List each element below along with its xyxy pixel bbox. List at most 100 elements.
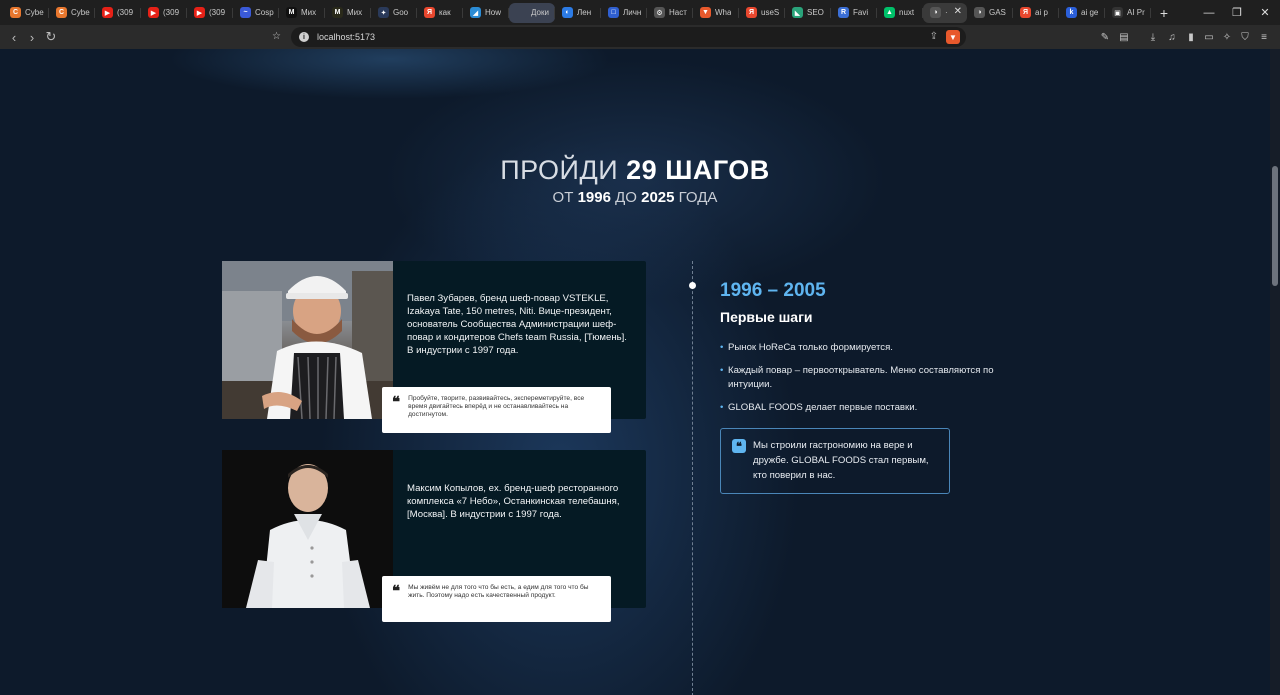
menu-icon[interactable]: ≡ xyxy=(1258,31,1270,43)
page-scrollbar[interactable] xyxy=(1270,49,1280,695)
restore-icon[interactable]: ❐ xyxy=(1222,0,1252,25)
browser-tab[interactable]: Яai р xyxy=(1013,3,1059,23)
reload-icon[interactable]: ↻ xyxy=(42,25,60,49)
reader-icon[interactable]: ▤ xyxy=(1118,31,1130,43)
era-fact-text: Рынок HoReCa только формируется. xyxy=(728,342,893,353)
browser-tab[interactable]: C Cybe xyxy=(49,3,95,23)
nuxt-favicon-icon: ▲ xyxy=(884,7,895,18)
era-facts-list: • Рынок HoReCa только формируется. • Кажды… xyxy=(720,341,1020,423)
browser-tab[interactable]: ◐ Лен xyxy=(555,3,601,23)
browser-tab-label: · xyxy=(945,8,948,17)
new-tab-button[interactable]: + xyxy=(1155,5,1173,21)
browser-tab[interactable]: ◣ SEO xyxy=(785,3,831,23)
url-text[interactable]: localhost:5173 xyxy=(317,32,375,42)
browser-tab[interactable]: k ai ge xyxy=(1059,3,1105,23)
extensions-icon[interactable]: ✎ xyxy=(1099,31,1111,43)
browser-tab[interactable]: ◢ How xyxy=(463,3,509,23)
youtube-favicon-icon: ▶ xyxy=(194,7,205,18)
browser-tab-label: Cybe xyxy=(25,8,44,17)
browser-tab[interactable]: Якак xyxy=(417,3,463,23)
browser-tab[interactable]: □ Личн xyxy=(601,3,647,23)
leo-ai-icon[interactable]: ✧ xyxy=(1221,31,1233,43)
site-info-icon[interactable]: i xyxy=(299,32,309,42)
browser-tab-label: как xyxy=(439,8,451,17)
browser-tab[interactable]: ~ Cosp xyxy=(233,3,279,23)
browser-tab-label: (309 xyxy=(163,8,180,17)
browser-tab[interactable]: M Мих xyxy=(279,3,325,23)
browser-tab[interactable]: C Cybe xyxy=(3,3,49,23)
youtube-favicon-icon: ▶ xyxy=(148,7,159,18)
forward-icon[interactable]: › xyxy=(23,25,41,49)
timeline-line xyxy=(692,261,693,695)
browser-tab[interactable]: ◑ GAS xyxy=(967,3,1013,23)
browser-tab[interactable]: ⚙ Наст xyxy=(647,3,693,23)
browser-tab-label: Доки xyxy=(531,8,549,17)
mix-favicon-icon: M xyxy=(286,7,297,18)
back-icon[interactable]: ‹ xyxy=(5,25,23,49)
browser-tab[interactable]: ▣ AI Pr xyxy=(1105,3,1151,23)
media-icon[interactable]: ♫ xyxy=(1166,31,1178,43)
title-prefix: ПРОЙДИ xyxy=(500,155,619,185)
browser-tab[interactable]: Доки xyxy=(509,2,555,23)
browser-tab-label: Cybe xyxy=(71,8,90,17)
browser-tab-label: Личн xyxy=(623,8,642,17)
quote-icon: ❝ xyxy=(392,393,401,411)
browser-tab[interactable]: ▲ nuxt xyxy=(877,3,923,23)
sidebar-icon[interactable]: ▮ xyxy=(1185,31,1197,43)
vpn-icon[interactable]: ⛉ xyxy=(1239,31,1251,43)
wallet-icon[interactable]: ▭ xyxy=(1203,31,1215,43)
title-steps: 29 ШАГОВ xyxy=(626,155,770,185)
browser-tab-label: Мих xyxy=(347,8,363,17)
lenta-favicon-icon: ◐ xyxy=(562,7,573,18)
chef-bio: Максим Копылов, ex. бренд-шеф ресторанно… xyxy=(407,483,620,520)
folder-favicon-icon: □ xyxy=(608,7,619,18)
address-bar[interactable]: i localhost:5173 ⇪ ▼ xyxy=(291,27,966,47)
address-toolbar: ‹ › ↻ ☆ i localhost:5173 ⇪ ▼ ✎ ▤ ⤓ ♫ ▮ ▭… xyxy=(0,25,1280,49)
share-icon[interactable]: ⇪ xyxy=(930,31,938,42)
browser-tab-label: Лен xyxy=(577,8,592,17)
yandex-favicon-icon: Я xyxy=(1020,7,1031,18)
browser-tab-label: nuxt xyxy=(899,8,915,17)
cybe-favicon-icon: C xyxy=(56,7,67,18)
timeline-dot[interactable] xyxy=(689,282,696,289)
browser-tab[interactable]: ◑ · ✕ xyxy=(923,2,967,23)
download-icon[interactable]: ⤓ xyxy=(1147,31,1159,43)
scrollbar-thumb[interactable] xyxy=(1272,166,1278,286)
browser-tab[interactable]: ▶ (309 xyxy=(141,3,187,23)
browser-tab[interactable]: M Мих xyxy=(325,3,371,23)
browser-tab[interactable]: ЯuseS xyxy=(739,3,785,23)
chef-photo-illustration xyxy=(222,261,393,419)
browser-tab[interactable]: ▶ (309 xyxy=(187,3,233,23)
browser-tab-label: Wha xyxy=(715,8,732,17)
tab-list: C Cybe C Cybe ▶ (309 ▶ (309 ▶ (309 ~ Cosp M Мих M Мих ✦ G… xyxy=(0,0,1151,25)
browser-tab-label: Наст xyxy=(669,8,687,17)
era-years: 1996 – 2005 xyxy=(720,280,826,301)
minimize-icon[interactable]: — xyxy=(1194,0,1224,25)
browser-tab[interactable]: R Favi xyxy=(831,3,877,23)
browser-tab[interactable]: ▼ Wha xyxy=(693,3,739,23)
brave-shields-icon[interactable]: ▼ xyxy=(946,30,960,44)
browser-tab-label: Cosp xyxy=(255,8,274,17)
browser-tab[interactable]: ✦ Goo xyxy=(371,3,417,23)
browser-tab[interactable]: ▶ (309 xyxy=(95,3,141,23)
bookmark-icon[interactable]: ☆ xyxy=(272,31,281,42)
chef-quote: ❝ Мы живём не для того что бы есть, а ед… xyxy=(382,576,611,622)
close-tab-icon[interactable]: ✕ xyxy=(954,6,962,17)
era-fact-text: Каждый повар – первооткрыватель. Меню со… xyxy=(728,364,994,391)
seo-favicon-icon: ◣ xyxy=(792,7,803,18)
gemini-favicon-icon: ✦ xyxy=(378,7,389,18)
chef-photo xyxy=(222,450,393,608)
page-content: ПРОЙДИ 29 ШАГОВ ОТ 1996 ДО 2025 ГОДА Пав… xyxy=(0,49,1270,695)
favi-favicon-icon: R xyxy=(838,7,849,18)
era-title: Первые шаги xyxy=(720,309,813,325)
active-favicon-icon: ◑ xyxy=(930,7,941,18)
tab-strip: C Cybe C Cybe ▶ (309 ▶ (309 ▶ (309 ~ Cosp M Мих M Мих ✦ G… xyxy=(0,0,1280,25)
era-fact-text: GLOBAL FOODS делает первые поставки. xyxy=(728,401,918,413)
chef-quote: ❝ Пробуйте, творите, развивайтесь, экспе… xyxy=(382,387,611,433)
chef-photo xyxy=(222,261,393,419)
era-quote-text: Мы строили гастрономию на вере и дружбе.… xyxy=(753,440,929,481)
subtitle-suffix: ГОДА xyxy=(678,189,718,206)
close-window-icon[interactable]: ✕ xyxy=(1250,0,1280,25)
browser-tab-label: Favi xyxy=(853,8,869,17)
era-fact: • Рынок HoReCa только формируется. xyxy=(720,341,1020,356)
